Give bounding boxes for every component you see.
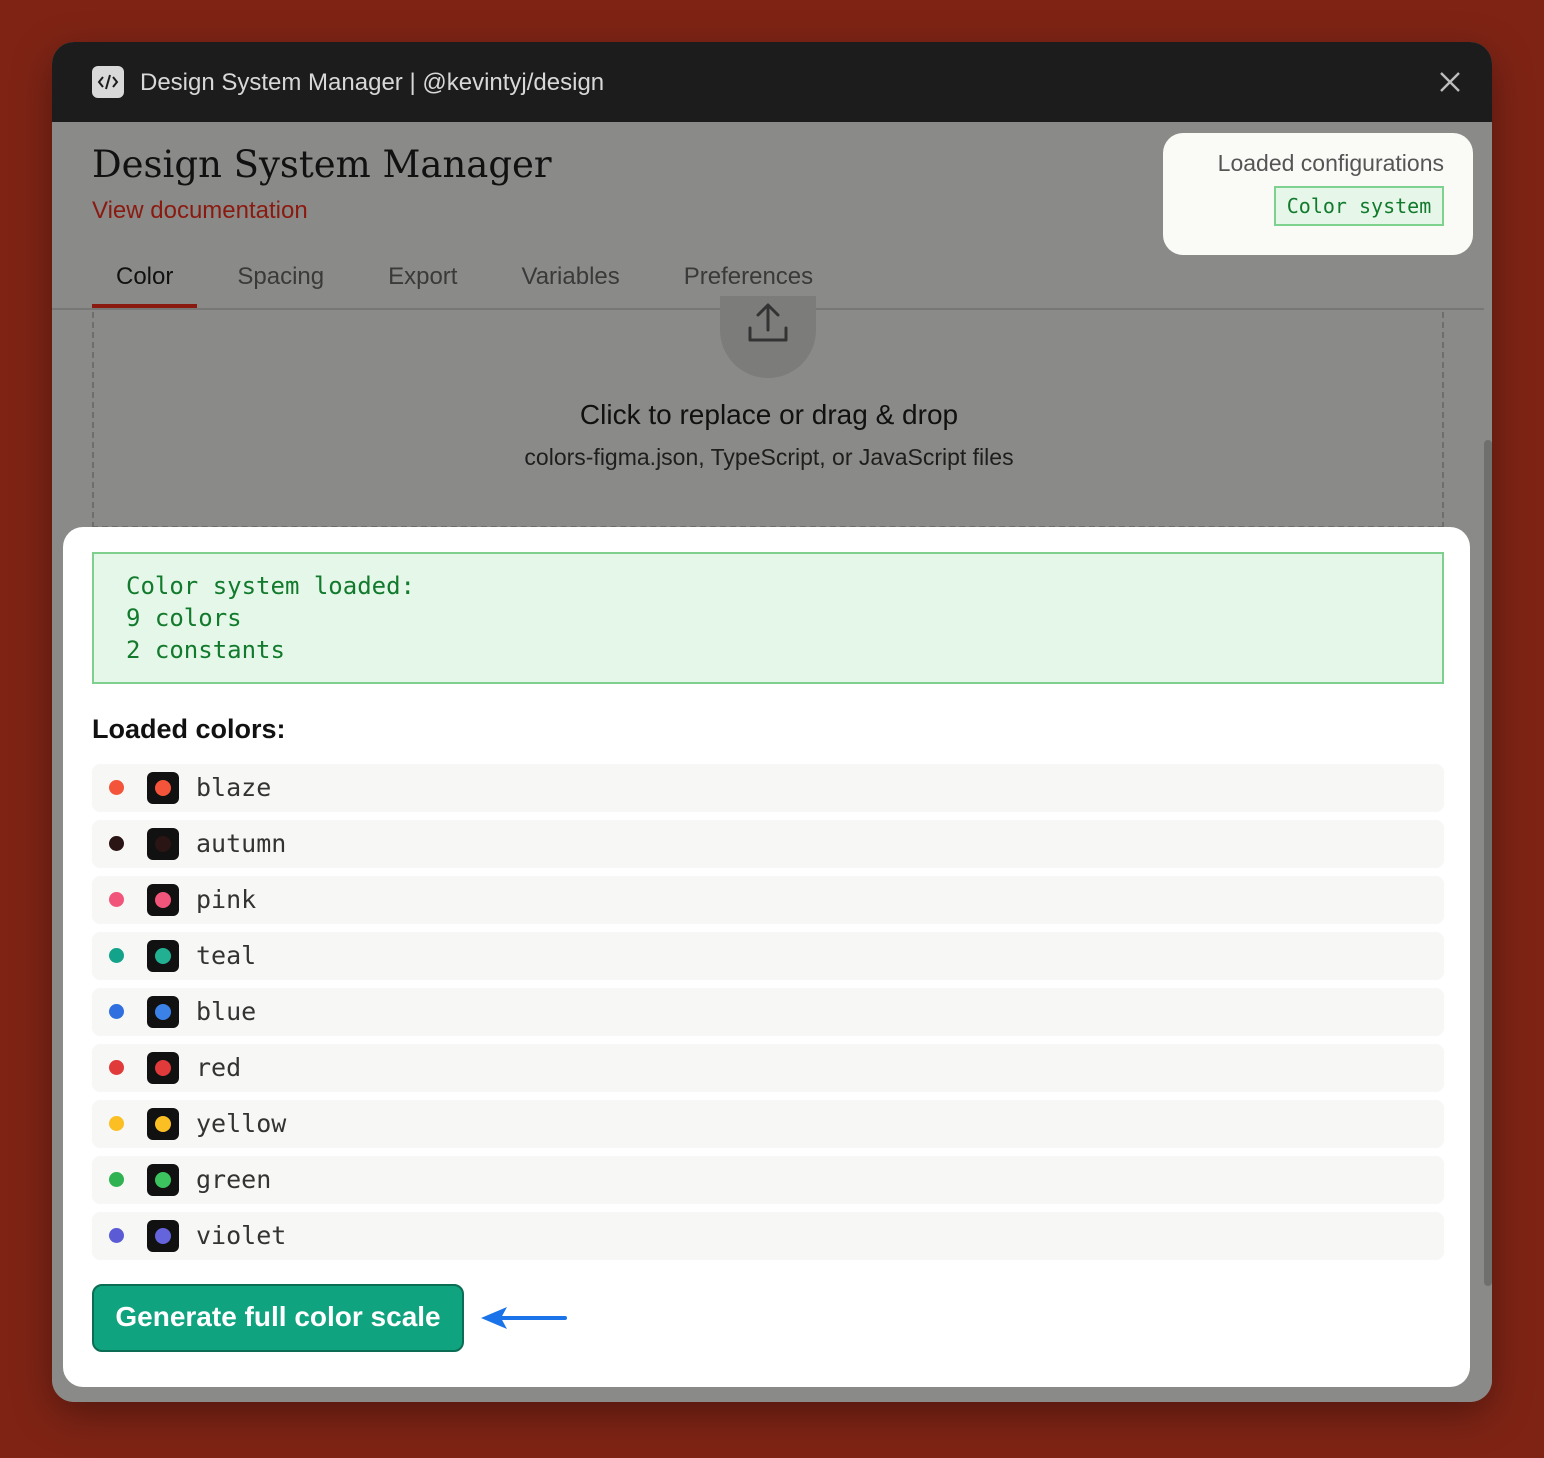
color-dot — [109, 836, 124, 851]
color-system-panel: Color system loaded: 9 colors 2 constant… — [63, 527, 1470, 1387]
loaded-configurations-title: Loaded configurations — [1217, 150, 1444, 176]
dropzone-title: Click to replace or drag & drop — [579, 399, 959, 430]
color-name: teal — [196, 941, 257, 970]
color-swatch — [147, 996, 179, 1028]
color-row: yellow — [92, 1100, 1444, 1148]
color-swatch — [147, 1052, 179, 1084]
color-dot — [109, 1228, 124, 1243]
status-line: 2 constants — [126, 636, 285, 664]
swatch-dot — [155, 780, 171, 796]
color-row: pink — [92, 876, 1444, 924]
close-icon[interactable] — [1436, 68, 1464, 96]
color-name: red — [196, 1053, 242, 1082]
color-row: blue — [92, 988, 1444, 1036]
color-name: autumn — [196, 829, 287, 858]
color-row: autumn — [92, 820, 1444, 868]
swatch-dot — [155, 1004, 171, 1020]
status-line: 9 colors — [126, 604, 242, 632]
color-name: blue — [196, 997, 257, 1026]
swatch-dot — [155, 836, 171, 852]
color-row: green — [92, 1156, 1444, 1204]
color-name: pink — [196, 885, 257, 914]
color-dot — [109, 1004, 124, 1019]
color-swatch — [147, 828, 179, 860]
color-swatch — [147, 1220, 179, 1252]
tab-variables[interactable]: Variables — [497, 254, 643, 308]
color-list: blaze autumn pink teal blue red yellow g… — [92, 764, 1444, 1268]
swatch-dot — [155, 1116, 171, 1132]
swatch-dot — [155, 1228, 171, 1244]
color-row: violet — [92, 1212, 1444, 1260]
swatch-dot — [155, 1172, 171, 1188]
color-swatch — [147, 1108, 179, 1140]
color-row: blaze — [92, 764, 1444, 812]
color-name: yellow — [196, 1109, 287, 1138]
tab-color[interactable]: Color — [92, 254, 198, 308]
generate-color-scale-button[interactable]: Generate full color scale — [92, 1284, 464, 1352]
view-documentation-link[interactable]: View documentation — [92, 196, 308, 226]
color-dot — [109, 780, 124, 795]
swatch-dot — [155, 892, 171, 908]
arrow-left-icon — [477, 1302, 567, 1334]
color-dot — [109, 948, 124, 963]
color-swatch — [147, 884, 179, 916]
color-dot — [109, 1172, 124, 1187]
color-swatch — [147, 772, 179, 804]
color-row: red — [92, 1044, 1444, 1092]
code-icon — [92, 66, 124, 98]
tab-export[interactable]: Export — [364, 254, 481, 308]
color-dot — [109, 1060, 124, 1075]
window-title: Design System Manager | @kevintyj/design — [140, 69, 605, 96]
tab-spacing[interactable]: Spacing — [213, 254, 348, 308]
color-swatch — [147, 1164, 179, 1196]
color-dot — [109, 1116, 124, 1131]
title-bar: Design System Manager | @kevintyj/design — [52, 42, 1492, 122]
scrollbar-thumb[interactable] — [1484, 440, 1492, 1286]
loaded-configurations-card: Loaded configurations Color system — [1163, 133, 1473, 255]
config-badge: Color system — [1274, 186, 1444, 226]
swatch-dot — [155, 1060, 171, 1076]
status-line: Color system loaded: — [126, 572, 415, 600]
page-title: Design System Manager — [92, 143, 552, 186]
color-row: teal — [92, 932, 1444, 980]
status-message: Color system loaded: 9 colors 2 constant… — [92, 552, 1444, 684]
color-swatch — [147, 940, 179, 972]
color-name: blaze — [196, 773, 272, 802]
color-name: violet — [196, 1221, 287, 1250]
swatch-dot — [155, 948, 171, 964]
loaded-colors-title: Loaded colors: — [92, 714, 286, 744]
upload-icon — [720, 296, 816, 378]
file-dropzone[interactable]: Click to replace or drag & drop colors-f… — [92, 296, 1444, 528]
dropzone-subtitle: colors-figma.json, TypeScript, or JavaSc… — [524, 444, 1014, 470]
color-dot — [109, 892, 124, 907]
color-name: green — [196, 1165, 272, 1194]
